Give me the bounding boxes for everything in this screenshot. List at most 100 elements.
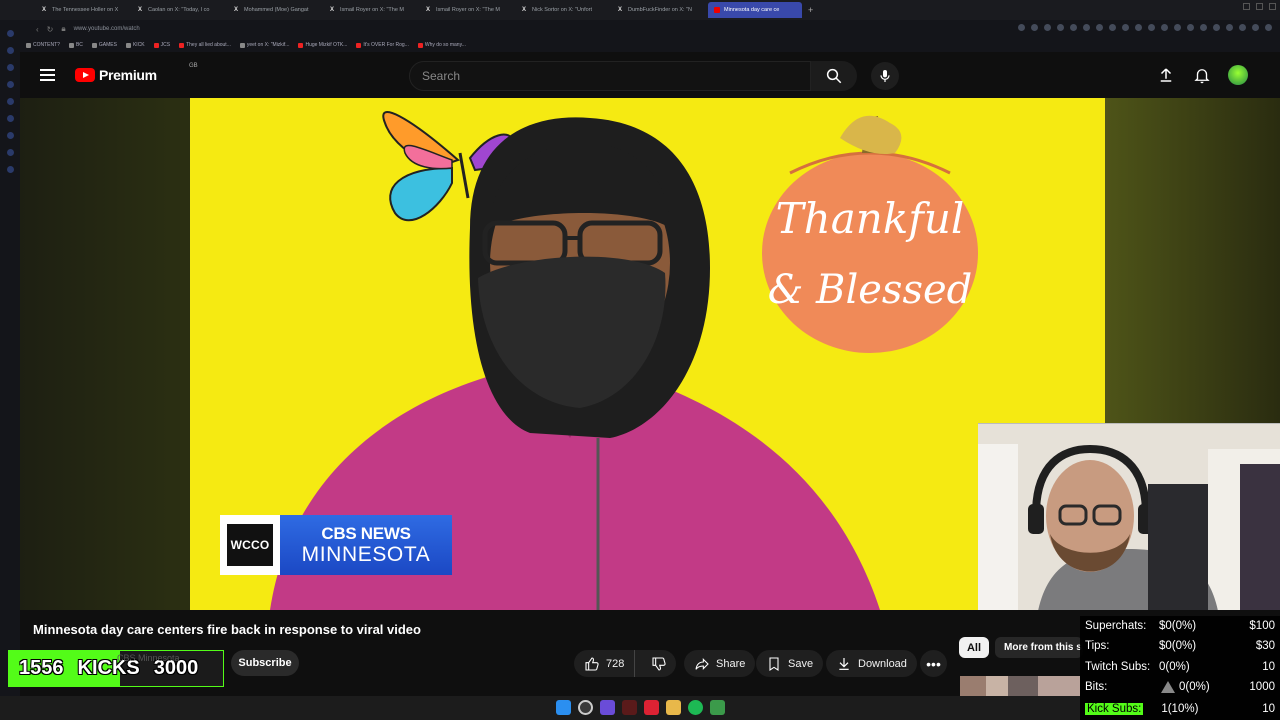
bookmark-folder[interactable]: BC [68, 42, 83, 48]
sidebar-app-icon[interactable] [6, 166, 14, 173]
extension-icon[interactable] [1122, 24, 1129, 31]
youtube-premium-logo[interactable]: Premium GB [75, 63, 198, 83]
app-icon[interactable] [622, 700, 637, 715]
search-input[interactable]: Search [409, 61, 811, 91]
extension-icon[interactable] [1239, 24, 1246, 31]
extension-icon[interactable] [1044, 24, 1051, 31]
stat-value: $0(0%) [1159, 640, 1197, 652]
browser-tab[interactable]: X Caolan on X: "Today, I co [132, 2, 226, 18]
spotify-icon[interactable] [688, 700, 703, 715]
browser-tab[interactable]: X Ismail Royer on X: "The M [324, 2, 418, 18]
browser-tab[interactable]: X Nick Sortor on X: "Unfort [516, 2, 610, 18]
bookmark-label: It's OVER For Rog... [363, 42, 409, 48]
search-button[interactable] [811, 61, 857, 91]
sidebar-app-icon[interactable] [6, 47, 14, 54]
bookmark-folder[interactable]: GAMES [91, 42, 117, 48]
hamburger-icon[interactable] [40, 69, 55, 81]
app-icon[interactable] [710, 700, 725, 715]
close-icon[interactable] [1269, 3, 1276, 10]
maximize-icon[interactable] [1256, 3, 1263, 10]
minimize-icon[interactable] [1243, 3, 1250, 10]
youtube-favicon-icon [356, 42, 362, 48]
account-avatar[interactable] [1228, 65, 1248, 85]
search-icon[interactable] [578, 700, 593, 715]
bookmark-label: KICK [132, 42, 145, 48]
upload-button[interactable] [1156, 65, 1176, 85]
notifications-button[interactable] [1192, 65, 1212, 85]
bookmark-link[interactable]: It's OVER For Rog... [356, 42, 409, 48]
x-logo-icon: X [234, 7, 239, 13]
youtube-header: Premium GB Search [20, 52, 1280, 98]
browser-tab[interactable]: X Mohammed (Moe) Gangat [228, 2, 322, 18]
youtube-favicon-icon [179, 42, 185, 48]
voice-search-button[interactable] [871, 62, 899, 90]
browser-tab-active[interactable]: Minnesota day care ce [708, 2, 802, 18]
browser-tab[interactable]: X The Tennessee Holler on X [36, 2, 130, 18]
upload-icon [1160, 68, 1172, 82]
youtube-favicon-icon [153, 42, 159, 48]
reload-icon[interactable]: ↻ [47, 25, 54, 34]
url-field[interactable]: www.youtube.com/watch [74, 26, 140, 32]
bookmark-label: Why do so many... [424, 42, 466, 48]
sidebar-app-icon[interactable] [6, 115, 14, 122]
taskbar-icons [556, 700, 725, 715]
bookmark-link[interactable]: yeet on X: "Mizkif... [239, 42, 289, 48]
more-actions-button[interactable]: ••• [920, 650, 947, 677]
app-icon[interactable] [600, 700, 615, 715]
browser-tab[interactable]: X Ismail Royer on X: "The M [420, 2, 514, 18]
bookmark-link[interactable]: Why do so many... [417, 42, 466, 48]
dislike-button[interactable] [641, 656, 676, 672]
bookmark-folder[interactable]: CONTENT? [26, 42, 60, 48]
browser-app-icon[interactable] [644, 700, 659, 715]
sidebar-app-icon[interactable] [6, 30, 14, 37]
extension-icon[interactable] [1148, 24, 1155, 31]
extension-icon[interactable] [1252, 24, 1259, 31]
extension-icon[interactable] [1174, 24, 1181, 31]
related-video-thumbnails[interactable] [960, 676, 1080, 696]
chip-more-from-channel[interactable]: More from this s [995, 637, 1083, 658]
sidebar-app-icon[interactable] [6, 81, 14, 88]
sidebar-app-icon[interactable] [6, 64, 14, 71]
tab-label: Nick Sortor on X: "Unfort [532, 7, 593, 13]
browser-tab[interactable]: X DumbFuckFinder on X: "N [612, 2, 706, 18]
extension-icon[interactable] [1031, 24, 1038, 31]
extension-icon[interactable] [1213, 24, 1220, 31]
subscribe-button[interactable]: Subscribe [231, 650, 299, 676]
cbs-news-text: CBS NEWS [321, 524, 411, 543]
extension-icon[interactable] [1070, 24, 1077, 31]
extensions-bar [1018, 24, 1272, 31]
extension-icon[interactable] [1135, 24, 1142, 31]
channel-name[interactable]: CBS Minnesota [117, 653, 180, 663]
video-player[interactable]: Thankful & Blessed WCCO CBS NEWS MINNESO… [190, 98, 1105, 610]
x-logo-icon: X [618, 7, 623, 13]
new-tab-button[interactable]: + [804, 5, 813, 15]
share-button[interactable]: Share [684, 650, 756, 677]
sidebar-app-icon[interactable] [6, 132, 14, 139]
like-button[interactable]: 728 [574, 650, 636, 677]
extension-icon[interactable] [1057, 24, 1064, 31]
back-icon[interactable]: ‹ [36, 25, 39, 34]
bookmarks-bar: CONTENT? BC GAMES KICK JCS They all lied… [0, 38, 1280, 52]
extension-icon[interactable] [1083, 24, 1090, 31]
extension-icon[interactable] [1200, 24, 1207, 31]
extension-icon[interactable] [1109, 24, 1116, 31]
windows-start-icon[interactable] [556, 700, 571, 715]
bookmark-link[interactable]: Huge Mizkif OTK... [298, 42, 347, 48]
bookmark-link[interactable]: They all lied about... [179, 42, 231, 48]
extension-icon[interactable] [1187, 24, 1194, 31]
extension-icon[interactable] [1226, 24, 1233, 31]
sidebar-app-icon[interactable] [6, 149, 14, 156]
extension-icon[interactable] [1096, 24, 1103, 31]
bookmark-link[interactable]: JCS [153, 42, 170, 48]
extension-icon[interactable] [1265, 24, 1272, 31]
extension-icon[interactable] [1161, 24, 1168, 31]
sidebar-app-icon[interactable] [6, 98, 14, 105]
chip-all[interactable]: All [959, 637, 989, 658]
extension-icon[interactable] [1018, 24, 1025, 31]
stat-goal: 10 [1262, 661, 1275, 673]
bookmark-folder[interactable]: KICK [125, 42, 145, 48]
download-button[interactable]: Download [826, 650, 917, 677]
kicks-current: 1556 [19, 657, 64, 679]
save-button[interactable]: Save [756, 650, 824, 677]
file-explorer-icon[interactable] [666, 700, 681, 715]
